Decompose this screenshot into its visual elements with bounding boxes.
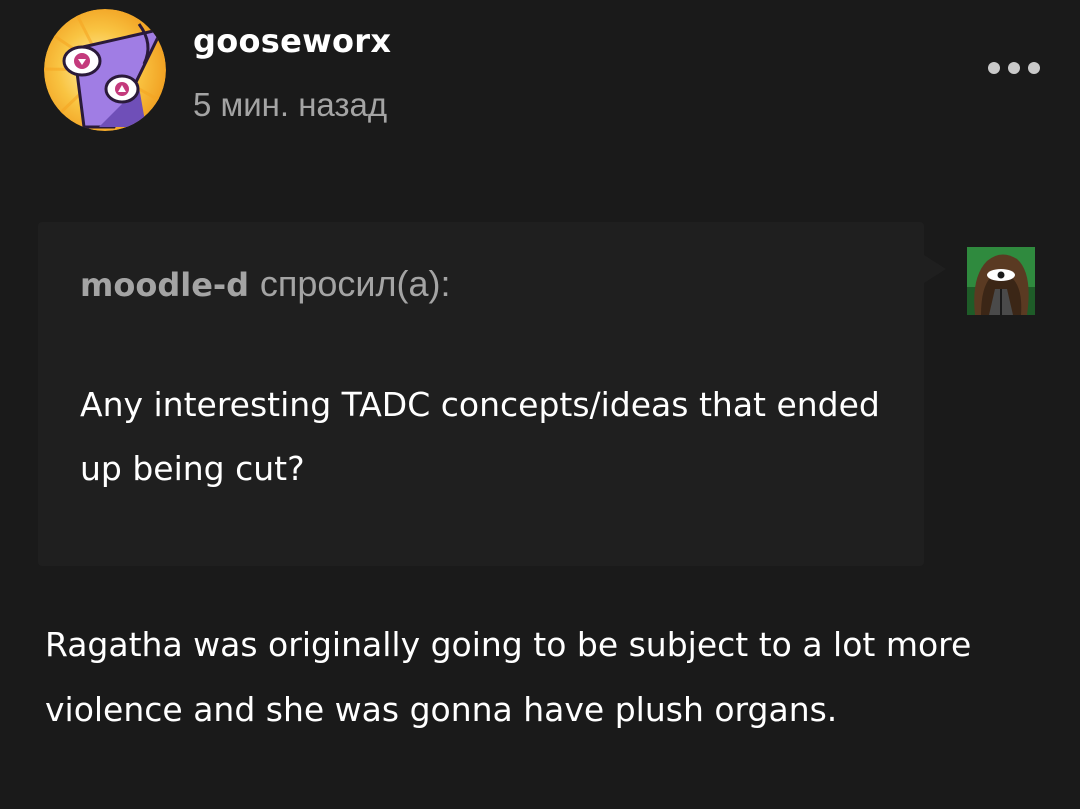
post-header: gooseworx 5 мин. назад: [0, 0, 1080, 150]
ellipsis-icon: [988, 62, 1000, 74]
asker-avatar[interactable]: [967, 247, 1035, 315]
ellipsis-icon: [1028, 62, 1040, 74]
purple-eyed-character-avatar-icon: [44, 9, 166, 131]
author-avatar[interactable]: [44, 9, 166, 131]
ask-bubble-tail: [924, 255, 946, 283]
ellipsis-icon: [1008, 62, 1020, 74]
answer-text: Ragatha was originally going to be subje…: [45, 625, 972, 729]
asked-label: спросил(а):: [259, 263, 451, 304]
more-options-button[interactable]: [988, 52, 1040, 84]
post-timestamp[interactable]: 5 мин. назад: [193, 86, 387, 124]
asker-line: moodle-d спросил(а):: [80, 263, 451, 305]
author-username[interactable]: gooseworx: [193, 22, 391, 60]
asker-username[interactable]: moodle-d: [80, 266, 249, 304]
ask-question: Any interesting TADC concepts/ideas that…: [80, 385, 880, 488]
asker-avatar-icon: [967, 247, 1035, 315]
